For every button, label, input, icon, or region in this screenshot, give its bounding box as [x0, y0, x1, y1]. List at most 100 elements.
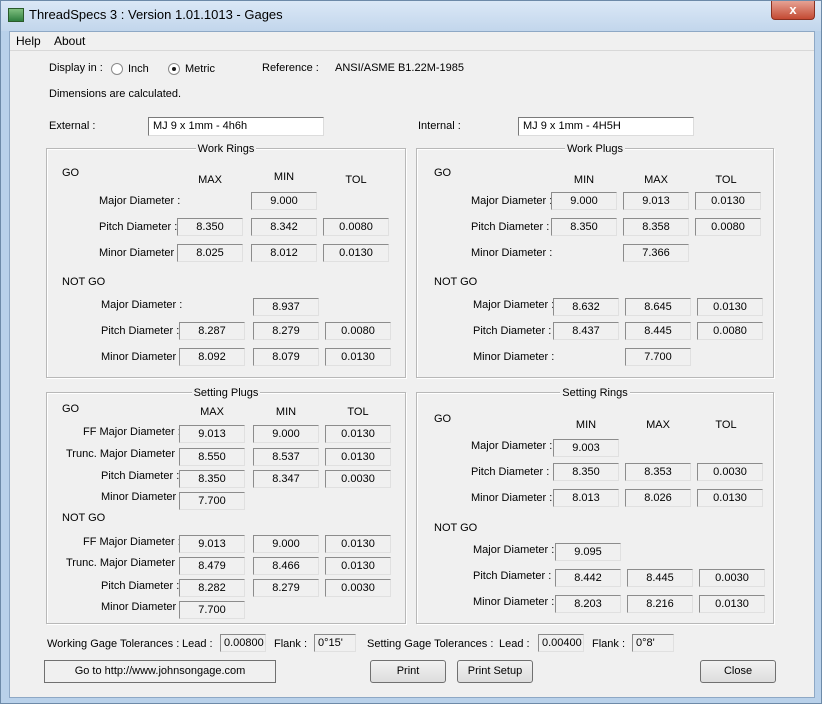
metric-radio[interactable]	[168, 63, 180, 75]
sp-go-truncmajor-min: 8.537	[253, 448, 319, 466]
setting-plugs-group: Setting Plugs GO MAX MIN TOL FF Major Di…	[46, 387, 406, 624]
sp-go-truncmajor-max: 8.550	[179, 448, 245, 466]
inch-radio[interactable]	[111, 63, 123, 75]
tol-header: TOL	[715, 174, 737, 186]
trunc-major-diameter-label: Trunc. Major Diameter :	[66, 448, 182, 460]
menu-help[interactable]: Help	[16, 34, 41, 48]
sr-notgo-minor-max: 8.216	[627, 595, 693, 613]
sr-notgo-pitch-max: 8.445	[627, 569, 693, 587]
pitch-diameter-label: Pitch Diameter :	[99, 221, 178, 233]
major-diameter-label: Major Diameter :	[101, 299, 183, 311]
setting-rings-group: Setting Rings GO MIN MAX TOL Major Diame…	[416, 387, 774, 624]
wr-go-pitch-max: 8.350	[177, 218, 243, 236]
gages-window: ThreadSpecs 3 : Version 1.01.1013 - Gage…	[0, 0, 822, 704]
tol-header: TOL	[347, 406, 369, 418]
sp-notgo-pitch-tol: 0.0030	[325, 579, 391, 597]
go-label: GO	[434, 413, 452, 425]
wp-go-pitch-tol: 0.0080	[695, 218, 761, 236]
reference-value: ANSI/ASME B1.22M-1985	[335, 62, 465, 74]
sp-go-pitch-max: 8.350	[179, 470, 245, 488]
sr-go-pitch-min: 8.350	[553, 463, 619, 481]
wp-notgo-minor-max: 7.700	[625, 348, 691, 366]
wr-notgo-pitch-tol: 0.0080	[325, 322, 391, 340]
external-label: External :	[49, 120, 96, 132]
sp-notgo-truncmajor-min: 8.466	[253, 557, 319, 575]
window-title: ThreadSpecs 3 : Version 1.01.1013 - Gage…	[29, 7, 283, 22]
max-header: MAX	[646, 419, 670, 431]
wp-go-pitch-min: 8.350	[551, 218, 617, 236]
goto-website-button[interactable]: Go to http://www.johnsongage.com	[44, 660, 276, 683]
minor-diameter-label: Minor Diameter :	[473, 351, 555, 363]
wr-notgo-minor-min: 8.079	[253, 348, 319, 366]
sr-go-pitch-tol: 0.0030	[697, 463, 763, 481]
wp-go-major-min: 9.000	[551, 192, 617, 210]
print-button[interactable]: Print	[370, 660, 446, 683]
max-header: MAX	[644, 174, 668, 186]
go-label: GO	[434, 167, 452, 179]
wr-go-minor-tol: 0.0130	[323, 244, 389, 262]
menu-bar: Help About	[10, 32, 814, 51]
setting-flank-value: 0°8'	[632, 634, 674, 652]
sr-go-minor-max: 8.026	[625, 489, 691, 507]
min-header: MIN	[273, 171, 295, 183]
wp-notgo-major-max: 8.645	[625, 298, 691, 316]
title-bar: ThreadSpecs 3 : Version 1.01.1013 - Gage…	[1, 1, 821, 31]
window-close-button[interactable]: x	[771, 1, 815, 20]
pitch-diameter-label: Pitch Diameter :	[471, 221, 550, 233]
metric-label: Metric	[185, 63, 215, 75]
major-diameter-label: Major Diameter :	[473, 299, 555, 311]
sr-notgo-major-min: 9.095	[555, 543, 621, 561]
wr-notgo-minor-tol: 0.0130	[325, 348, 391, 366]
minor-diameter-label: Minor Diameter :	[99, 247, 181, 259]
min-header: MIN	[573, 174, 595, 186]
wp-go-pitch-max: 8.358	[623, 218, 689, 236]
pitch-diameter-label: Pitch Diameter :	[101, 325, 180, 337]
wr-notgo-minor-max: 8.092	[179, 348, 245, 366]
not-go-label: NOT GO	[62, 512, 106, 524]
print-setup-button[interactable]: Print Setup	[457, 660, 533, 683]
sp-notgo-ffmajor-max: 9.013	[179, 535, 245, 553]
pitch-diameter-label: Pitch Diameter :	[101, 470, 180, 482]
sp-go-minor-max: 7.700	[179, 492, 245, 510]
wp-notgo-pitch-min: 8.437	[553, 322, 619, 340]
wr-go-minor-min: 8.012	[251, 244, 317, 262]
menu-about[interactable]: About	[54, 34, 85, 48]
wr-go-major-min: 9.000	[251, 192, 317, 210]
wr-go-minor-max: 8.025	[177, 244, 243, 262]
working-lead-value: 0.00800	[220, 634, 266, 652]
wr-go-pitch-tol: 0.0080	[323, 218, 389, 236]
major-diameter-label: Major Diameter :	[471, 440, 553, 452]
sr-notgo-minor-min: 8.203	[555, 595, 621, 613]
ff-major-diameter-label: FF Major Diameter :	[83, 426, 181, 438]
ff-major-diameter-label: FF Major Diameter :	[83, 536, 181, 548]
trunc-major-diameter-label: Trunc. Major Diameter :	[66, 557, 182, 569]
working-flank-label: Flank :	[274, 638, 308, 650]
sr-notgo-pitch-min: 8.442	[555, 569, 621, 587]
internal-label: Internal :	[418, 120, 461, 132]
major-diameter-label: Major Diameter :	[99, 195, 181, 207]
working-gage-tolerances-label: Working Gage Tolerances :	[47, 638, 180, 650]
minor-diameter-label: Minor Diameter :	[473, 596, 555, 608]
work-plugs-group: Work Plugs GO MIN MAX TOL Major Diameter…	[416, 143, 774, 378]
go-label: GO	[62, 403, 80, 415]
dimensions-note: Dimensions are calculated.	[49, 88, 182, 100]
reference-label: Reference :	[262, 62, 319, 74]
not-go-label: NOT GO	[434, 276, 478, 288]
sr-go-minor-tol: 0.0130	[697, 489, 763, 507]
pitch-diameter-label: Pitch Diameter :	[473, 570, 552, 582]
setting-lead-value: 0.00400	[538, 634, 584, 652]
tol-header: TOL	[715, 419, 737, 431]
internal-thread-input[interactable]: MJ 9 x 1mm - 4H5H	[518, 117, 694, 136]
wp-notgo-pitch-tol: 0.0080	[697, 322, 763, 340]
minor-diameter-label: Minor Diameter :	[101, 351, 183, 363]
min-header: MIN	[275, 406, 297, 418]
sp-go-ffmajor-min: 9.000	[253, 425, 319, 443]
go-label: GO	[62, 167, 80, 179]
close-button[interactable]: Close	[700, 660, 776, 683]
setting-rings-title: Setting Rings	[560, 387, 630, 399]
wp-notgo-major-min: 8.632	[553, 298, 619, 316]
wp-notgo-pitch-max: 8.445	[625, 322, 691, 340]
external-thread-input[interactable]: MJ 9 x 1mm - 4h6h	[148, 117, 324, 136]
max-header: MAX	[200, 406, 224, 418]
work-rings-title: Work Rings	[195, 143, 257, 155]
